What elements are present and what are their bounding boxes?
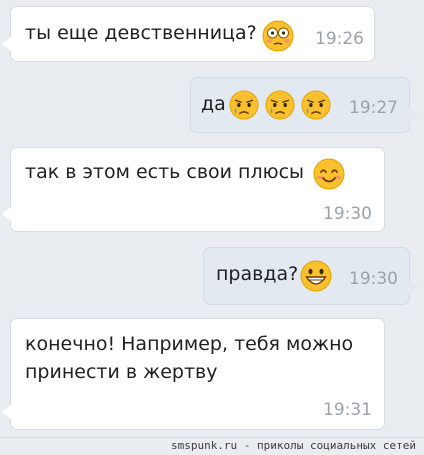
message-time: 19:30 bbox=[323, 204, 372, 224]
message-text: да bbox=[201, 93, 226, 115]
sad-tear-face-icon bbox=[265, 90, 295, 120]
message-time: 19:30 bbox=[349, 269, 398, 289]
message-text: правда? bbox=[216, 263, 299, 285]
watermark-footer: smspunk.ru - приколы социальных сетей bbox=[0, 437, 424, 455]
message-text-line2: принести в жертву bbox=[25, 361, 218, 383]
message-bubble-incoming[interactable]: ты еще девственница? 19:26 bbox=[2, 6, 375, 62]
grinning-face-icon bbox=[300, 260, 332, 292]
message-text-line1: конечно! Например, тебя можно bbox=[25, 333, 354, 355]
smiling-face-icon bbox=[313, 158, 345, 190]
flushed-face-icon bbox=[262, 20, 294, 52]
sad-tear-face-icon bbox=[301, 90, 331, 120]
message-time: 19:27 bbox=[349, 98, 398, 118]
message-text: так в этом есть свои плюсы bbox=[25, 161, 305, 183]
watermark-text: smspunk.ru - приколы социальных сетей bbox=[170, 439, 416, 452]
message-bubble-outgoing[interactable]: правда? 19:30 bbox=[203, 247, 418, 305]
sad-tear-face-icon bbox=[229, 90, 259, 120]
chat-thread: ты еще девственница? 19:26 да 19:27 так … bbox=[0, 0, 424, 438]
message-text: ты еще девственница? bbox=[25, 22, 257, 44]
message-bubble-incoming[interactable]: конечно! Например, тебя можно принести в… bbox=[2, 318, 385, 430]
message-time: 19:26 bbox=[315, 29, 364, 49]
message-bubble-incoming[interactable]: так в этом есть свои плюсы 19:30 bbox=[2, 147, 385, 232]
message-time: 19:31 bbox=[323, 400, 372, 420]
message-bubble-outgoing[interactable]: да 19:27 bbox=[190, 77, 418, 133]
